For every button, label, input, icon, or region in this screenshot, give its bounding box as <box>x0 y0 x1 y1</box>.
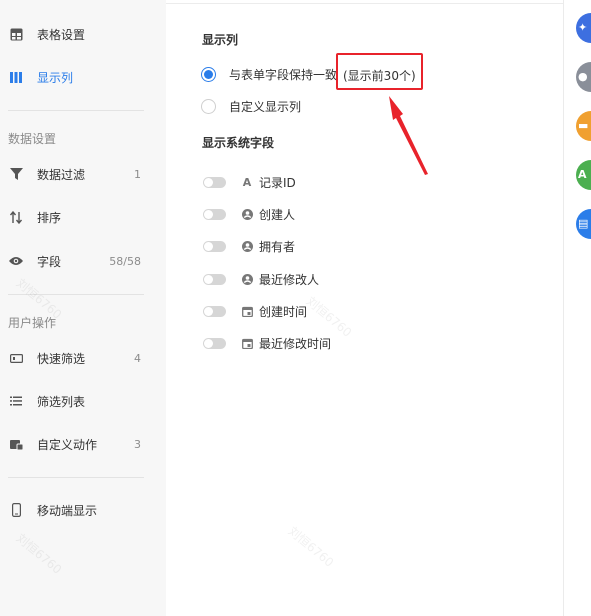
system-field-owner: 拥有者 <box>203 238 295 254</box>
toggle-switch[interactable] <box>203 176 226 188</box>
columns-icon <box>9 70 23 84</box>
list-icon <box>9 394 23 408</box>
display-columns-title: 显示列 <box>202 33 239 47</box>
calendar-icon <box>241 305 253 317</box>
table-button[interactable]: ▬ <box>576 111 591 141</box>
radio-button[interactable] <box>201 99 216 114</box>
user-icon: ● <box>578 70 588 83</box>
table-grid-icon <box>9 27 23 41</box>
document-icon: ▤ <box>578 217 589 230</box>
document-button[interactable]: ▤ <box>576 209 591 239</box>
option-note: (显示前30个) <box>343 69 416 83</box>
sidebar-item-label: 字段 <box>37 254 62 269</box>
system-field-last-modified-time: 最近修改时间 <box>203 335 331 351</box>
field-label: 创建人 <box>259 207 296 222</box>
system-field-creator: 创建人 <box>203 206 295 222</box>
section-title-user-actions: 用户操作 <box>8 316 57 330</box>
sparkle-icon: ✦ <box>578 21 588 34</box>
radio-label: 与表单字段保持一致 <box>229 68 338 82</box>
field-label: 记录ID <box>259 175 296 190</box>
field-label: 最近修改时间 <box>259 336 332 351</box>
user-icon <box>241 240 253 252</box>
section-title-data-settings: 数据设置 <box>8 132 57 146</box>
eye-icon <box>9 254 23 268</box>
system-field-record-id: A 记录ID <box>203 174 296 190</box>
sidebar-item-label: 筛选列表 <box>37 394 86 409</box>
sidebar-item-sort[interactable]: 排序 <box>0 199 166 235</box>
radio-button[interactable] <box>201 67 216 82</box>
field-label: 创建时间 <box>259 304 308 319</box>
sidebar-item-quick-filter[interactable]: 快速筛选 4 <box>0 340 166 376</box>
right-toolbar: ✦ ● ▬ A ▤ <box>563 0 591 616</box>
toggle-switch[interactable] <box>203 208 226 220</box>
toggle-switch[interactable] <box>203 305 226 317</box>
sidebar-item-label: 移动端显示 <box>37 503 98 518</box>
divider <box>8 477 144 478</box>
text-a-icon: A <box>242 175 252 189</box>
table-icon: ▬ <box>578 119 589 132</box>
sidebar-item-count: 1 <box>134 167 141 181</box>
sort-icon <box>9 210 23 224</box>
calendar-icon <box>241 337 253 349</box>
sidebar-item-label: 自定义动作 <box>37 437 98 452</box>
sidebar-item-label: 显示列 <box>37 70 74 85</box>
divider <box>8 294 144 295</box>
ai-assistant-button[interactable]: ✦ <box>576 13 591 43</box>
system-fields-title: 显示系统字段 <box>202 136 275 150</box>
sidebar-item-data-filter[interactable]: 数据过滤 1 <box>0 156 166 192</box>
sidebar-item-fields[interactable]: 字段 58/58 <box>0 243 166 279</box>
filter-icon <box>9 167 23 181</box>
sidebar-item-label: 表格设置 <box>37 27 86 42</box>
toggle-switch[interactable] <box>203 240 226 252</box>
sidebar-item-custom-action[interactable]: 自定义动作 3 <box>0 426 166 462</box>
field-label: 拥有者 <box>259 239 296 254</box>
field-label: 最近修改人 <box>259 272 320 287</box>
annotation-arrow <box>389 96 428 175</box>
sidebar-item-display-columns[interactable]: 显示列 <box>0 59 166 95</box>
quick-filter-icon <box>9 351 23 365</box>
sidebar-item-label: 排序 <box>37 210 62 225</box>
text-a-icon: A <box>578 168 587 181</box>
sidebar-item-count: 4 <box>134 351 141 365</box>
divider <box>166 3 563 4</box>
sidebar-item-count: 3 <box>134 437 141 451</box>
radio-label: 自定义显示列 <box>229 100 302 114</box>
custom-action-icon <box>9 437 23 451</box>
divider <box>8 110 144 111</box>
mobile-icon <box>9 503 23 517</box>
text-button[interactable]: A <box>576 160 591 190</box>
system-field-last-modifier: 最近修改人 <box>203 271 319 287</box>
sidebar-item-filter-list[interactable]: 筛选列表 <box>0 383 166 419</box>
system-field-created-time: 创建时间 <box>203 303 307 319</box>
user-button[interactable]: ● <box>576 62 591 92</box>
user-icon <box>241 208 253 220</box>
sidebar-item-table-settings[interactable]: 表格设置 <box>0 16 166 52</box>
sidebar-item-label: 数据过滤 <box>37 167 86 182</box>
sidebar-item-mobile-display[interactable]: 移动端显示 <box>0 492 166 528</box>
toggle-switch[interactable] <box>203 337 226 349</box>
radio-option-same-as-form[interactable]: 与表单字段保持一致 <box>201 66 337 83</box>
radio-option-custom[interactable]: 自定义显示列 <box>201 98 301 115</box>
sidebar-item-count: 58/58 <box>109 254 141 268</box>
user-icon <box>241 273 253 285</box>
toggle-switch[interactable] <box>203 273 226 285</box>
sidebar-item-label: 快速筛选 <box>37 351 86 366</box>
